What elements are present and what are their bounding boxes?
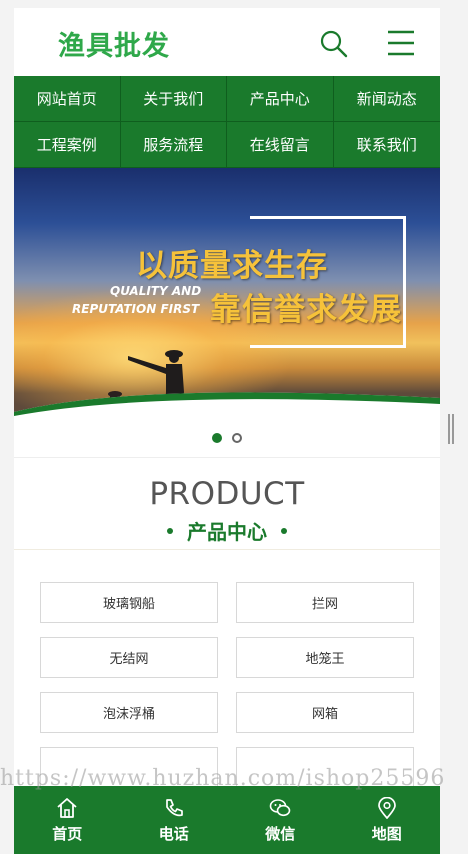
- product-section-title-en: PRODUCT: [149, 476, 305, 512]
- bottom-tab-label: 电话: [158, 824, 189, 843]
- product-category-button[interactable]: 无结网: [40, 637, 218, 678]
- product-category-button[interactable]: 玻璃钢船: [40, 582, 218, 623]
- product-category-button[interactable]: 网箱: [236, 692, 414, 733]
- map-pin-icon: [377, 796, 396, 819]
- bottom-tab-bar: 首页 电话 微信 地图: [14, 786, 440, 854]
- bottom-tab-map[interactable]: 地图: [334, 786, 441, 854]
- product-category-button[interactable]: [40, 747, 218, 788]
- bullet-dot-icon: [281, 527, 287, 534]
- nav-item-cases[interactable]: 工程案例: [14, 122, 121, 168]
- nav-item-contact[interactable]: 联系我们: [333, 122, 440, 168]
- nav-item-service[interactable]: 服务流程: [120, 122, 227, 168]
- product-category-button[interactable]: 拦网: [236, 582, 414, 623]
- hamburger-menu-icon[interactable]: [386, 28, 416, 58]
- mobile-page: 渔具批发 网站首页 关于我们 产品中心 新闻动态 工程案例 服务流程 在线留言 …: [14, 8, 440, 854]
- banner-title-line1: 以质量求生存: [136, 248, 328, 284]
- bottom-tab-wechat[interactable]: 微信: [227, 786, 334, 854]
- wechat-icon: [269, 798, 291, 816]
- nav-item-about[interactable]: 关于我们: [120, 76, 227, 122]
- main-nav: 网站首页 关于我们 产品中心 新闻动态 工程案例 服务流程 在线留言 联系我们: [14, 76, 440, 168]
- site-logo[interactable]: 渔具批发: [58, 24, 170, 63]
- bottom-tab-phone[interactable]: 电话: [121, 786, 228, 854]
- bottom-tab-label: 微信: [265, 824, 296, 843]
- nav-item-message[interactable]: 在线留言: [227, 122, 334, 168]
- product-category-button[interactable]: 地笼王: [236, 637, 414, 678]
- bullet-dot-icon: [167, 527, 173, 534]
- carousel-dot-1[interactable]: [212, 432, 222, 443]
- bottom-tab-label: 地图: [371, 824, 402, 843]
- scrollbar-handle[interactable]: [448, 414, 454, 444]
- site-header: 渔具批发: [14, 8, 440, 76]
- banner-en-line2: REPUTATION FIRST: [72, 302, 200, 316]
- nav-item-news[interactable]: 新闻动态: [333, 76, 440, 122]
- search-icon[interactable]: [318, 28, 350, 60]
- product-category-grid: 玻璃钢船 拦网 无结网 地笼王 泡沫浮桶 网箱: [14, 550, 440, 788]
- banner-en-line1: QUALITY AND: [110, 284, 202, 298]
- home-icon: [57, 797, 77, 818]
- hero-banner[interactable]: 以质量求生存 QUALITY AND REPUTATION FIRST 靠信誉求…: [14, 168, 440, 418]
- product-category-button[interactable]: 泡沫浮桶: [40, 692, 218, 733]
- banner-wave-decoration: [14, 392, 440, 418]
- carousel-dot-2[interactable]: [232, 432, 242, 443]
- product-section-title-cn[interactable]: 产品中心: [187, 516, 267, 545]
- nav-item-home[interactable]: 网站首页: [14, 76, 121, 122]
- carousel-dots: [14, 418, 440, 458]
- banner-title-line2: 靠信誉求发展: [210, 292, 402, 328]
- bottom-tab-label: 首页: [52, 824, 83, 843]
- product-section-subtitle-row: 产品中心: [14, 516, 440, 545]
- nav-item-products[interactable]: 产品中心: [227, 76, 334, 122]
- phone-icon: [165, 798, 183, 816]
- product-section-heading: PRODUCT 产品中心: [14, 458, 440, 550]
- product-category-button[interactable]: [236, 747, 414, 788]
- bottom-tab-home[interactable]: 首页: [14, 786, 121, 854]
